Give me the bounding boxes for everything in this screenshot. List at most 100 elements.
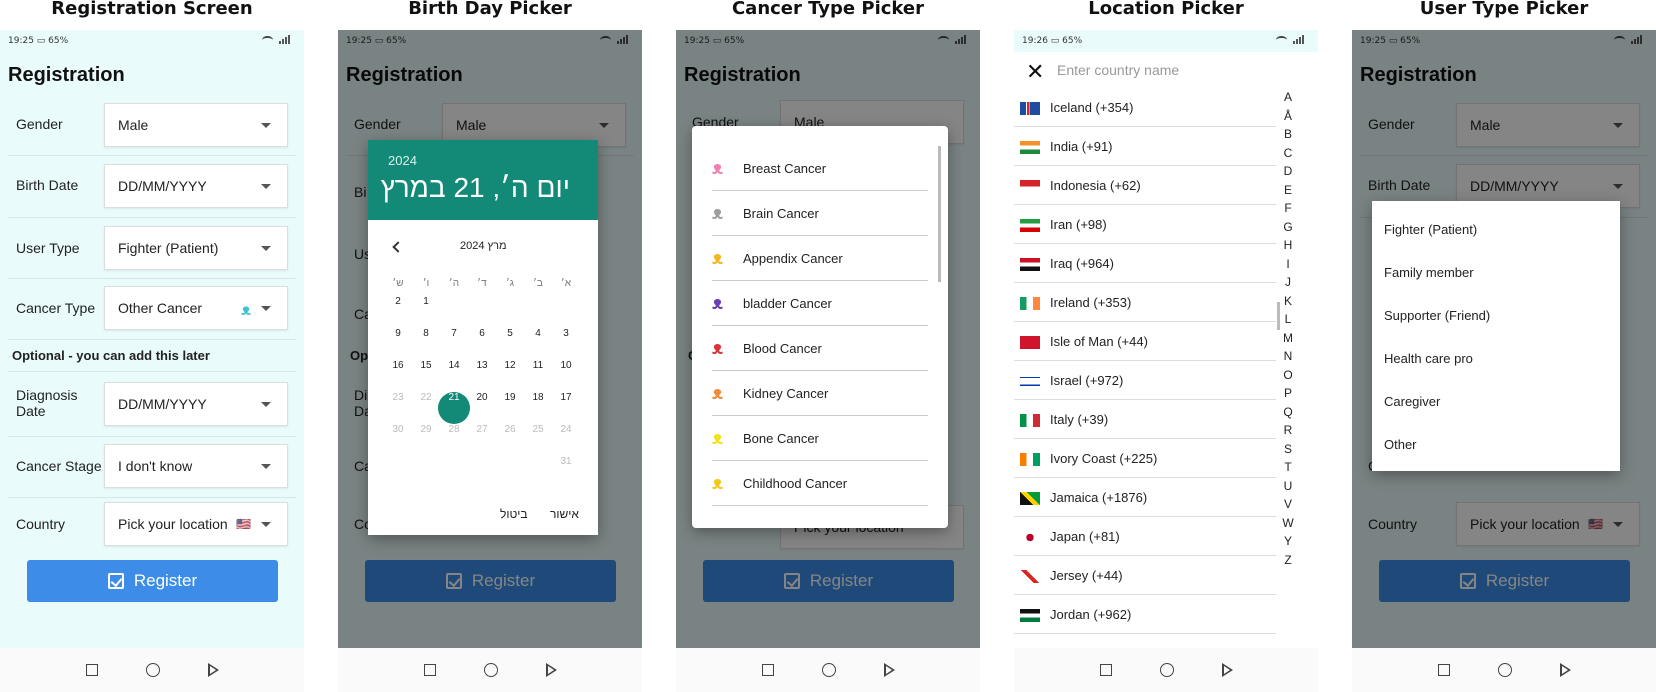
register-button[interactable]: Register [27,560,278,602]
country-item[interactable]: Israel (+972) [1014,361,1276,400]
calendar-day[interactable]: 9 [382,328,414,360]
calendar-day[interactable]: 31 [550,456,582,488]
alphabet-index-letter[interactable]: Z [1282,553,1294,567]
cancer-type-item[interactable]: ᴥ Kidney Cancer [712,371,928,416]
calendar-day[interactable]: 10 [550,360,582,392]
country-item[interactable]: Jersey (+44) [1014,556,1276,595]
ok-button[interactable]: אישור [550,507,579,521]
scrollbar[interactable] [938,146,941,282]
user-type-option[interactable]: Other [1384,437,1417,452]
calendar-day[interactable]: 24 [550,424,582,456]
country-item[interactable]: Iran (+98) [1014,205,1276,244]
country-item[interactable]: Indonesia (+62) [1014,166,1276,205]
recent-apps-icon[interactable] [1099,664,1112,676]
cancer-type-item[interactable]: ᴥ Blood Cancer [712,326,928,371]
birth-date-dropdown[interactable]: DD/MM/YYYY [104,164,288,208]
calendar-day[interactable]: 30 [382,424,414,456]
alphabet-index-letter[interactable]: B [1282,127,1294,141]
country-dropdown[interactable]: Pick your location 🇺🇸 [104,502,288,546]
calendar-day[interactable]: 27 [466,424,498,456]
recent-apps-icon[interactable] [423,664,436,676]
diagnosis-date-dropdown[interactable]: DD/MM/YYYY [104,382,288,426]
calendar-day[interactable]: 22 [410,392,442,424]
calendar-day[interactable]: 7 [438,328,470,360]
cancer-type-item[interactable]: ᴥ Appendix Cancer [712,236,928,281]
alphabet-index-letter[interactable]: W [1282,516,1294,530]
calendar-day[interactable]: 1 [410,296,442,328]
user-type-option[interactable]: Caregiver [1384,394,1440,409]
cancer-type-item[interactable]: ᴥ Brain Cancer [712,191,928,236]
alphabet-index-letter[interactable]: E [1282,183,1294,197]
home-icon[interactable] [145,663,160,677]
alphabet-index-letter[interactable]: U [1282,479,1294,493]
calendar-day[interactable]: 26 [494,424,526,456]
calendar-day[interactable]: 3 [550,328,582,360]
alphabet-index-letter[interactable]: I [1282,257,1294,271]
alphabet-index-letter[interactable]: O [1282,368,1294,382]
calendar-day[interactable]: 5 [494,328,526,360]
country-item[interactable]: Iceland (+354) [1014,88,1276,127]
country-item[interactable]: Iraq (+964) [1014,244,1276,283]
calendar-day[interactable]: 12 [494,360,526,392]
user-type-option[interactable]: Fighter (Patient) [1384,222,1477,237]
usertype-dropdown[interactable]: Fighter (Patient) [104,226,288,270]
user-type-option[interactable]: Health care pro [1384,351,1473,366]
alphabet-index-letter[interactable]: M [1282,331,1294,345]
country-item[interactable]: Ivory Coast (+225) [1014,439,1276,478]
home-icon[interactable] [1159,663,1174,677]
alphabet-index-letter[interactable]: R [1282,423,1294,437]
alphabet-index-letter[interactable]: V [1282,497,1294,511]
calendar-day[interactable]: 6 [466,328,498,360]
cancer-type-dropdown[interactable]: Other Cancer ᴥ [104,286,288,330]
calendar-day[interactable]: 25 [522,424,554,456]
alphabet-index-letter[interactable]: J [1282,275,1294,289]
recent-apps-icon[interactable] [761,664,774,676]
home-icon[interactable] [1497,663,1512,677]
country-item[interactable]: Isle of Man (+44) [1014,322,1276,361]
calendar-day[interactable]: 4 [522,328,554,360]
calendar-day[interactable]: 16 [382,360,414,392]
close-icon[interactable]: ✕ [1026,60,1044,85]
home-icon[interactable] [821,663,836,677]
alphabet-index-letter[interactable]: Y [1282,534,1294,548]
cancer-stage-dropdown[interactable]: I don't know [104,444,288,488]
chevron-left-icon[interactable] [392,241,404,253]
calendar-day[interactable]: 29 [410,424,442,456]
calendar-day[interactable]: 11 [522,360,554,392]
alphabet-index-letter[interactable]: H [1282,238,1294,252]
country-search-input[interactable]: Enter country name [1057,62,1179,78]
home-icon[interactable] [483,663,498,677]
calendar-day[interactable]: 23 [382,392,414,424]
back-icon[interactable] [545,663,557,677]
country-item[interactable]: Japan (+81) [1014,517,1276,556]
cancer-type-item[interactable]: ᴥ Childhood Cancer [712,461,928,506]
cancer-type-item[interactable]: ᴥ Bone Cancer [712,416,928,461]
country-item[interactable]: Jamaica (+1876) [1014,478,1276,517]
calendar-day[interactable]: 28 [438,424,470,456]
calendar-day[interactable]: 20 [466,392,498,424]
alphabet-index-letter[interactable]: S [1282,442,1294,456]
alphabet-index-letter[interactable]: F [1282,201,1294,215]
alphabet-index-letter[interactable]: Q [1282,405,1294,419]
recent-apps-icon[interactable] [1437,664,1450,676]
alphabet-index-letter[interactable]: T [1282,460,1294,474]
calendar-day[interactable]: 13 [466,360,498,392]
alphabet-index-letter[interactable]: L [1282,312,1294,326]
gender-dropdown[interactable]: Male [104,103,288,147]
country-item[interactable]: Jordan (+962) [1014,595,1276,634]
alphabet-index-letter[interactable]: A [1282,90,1294,104]
user-type-option[interactable]: Supporter (Friend) [1384,308,1490,323]
recent-apps-icon[interactable] [85,664,98,676]
back-icon[interactable] [1559,663,1571,677]
back-icon[interactable] [207,663,219,677]
scrollbar[interactable] [1277,302,1280,330]
user-type-option[interactable]: Family member [1384,265,1474,280]
alphabet-index-letter[interactable]: G [1282,220,1294,234]
back-icon[interactable] [1221,663,1233,677]
alphabet-index-letter[interactable]: P [1282,386,1294,400]
country-item[interactable]: Italy (+39) [1014,400,1276,439]
calendar-day[interactable]: 14 [438,360,470,392]
calendar-day[interactable]: 19 [494,392,526,424]
country-item[interactable]: Ireland (+353) [1014,283,1276,322]
calendar-day[interactable]: 15 [410,360,442,392]
